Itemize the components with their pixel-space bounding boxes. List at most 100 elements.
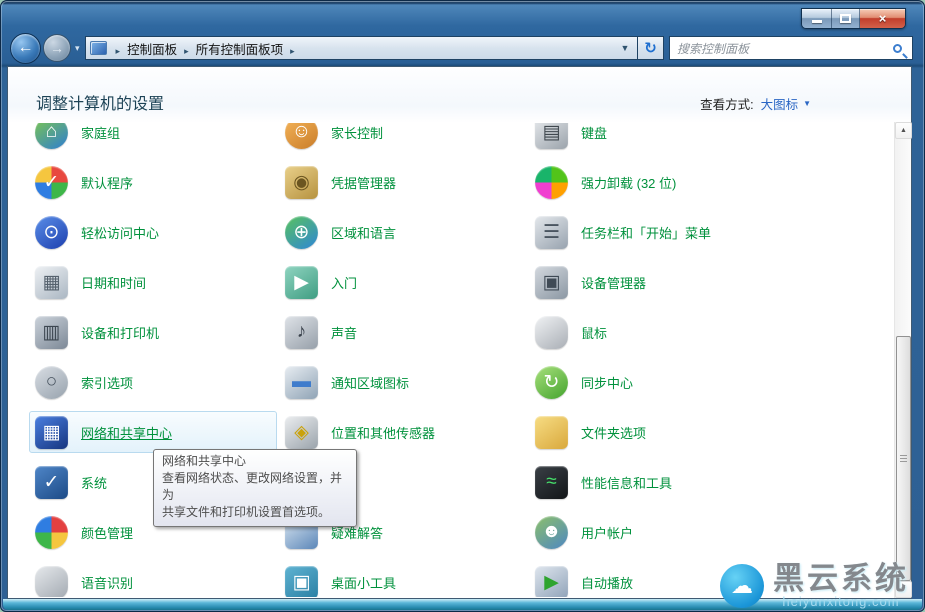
- cp-item-desktop-gadgets[interactable]: ▣桌面小工具: [279, 561, 527, 597]
- item-label: 文件夹选项: [581, 423, 646, 442]
- refresh-button[interactable]: ↻: [638, 36, 664, 60]
- cp-item-devices-and-printers[interactable]: ▥ 设备和打印机: [29, 311, 277, 353]
- maximize-button[interactable]: [832, 9, 860, 28]
- cp-item-homegroup[interactable]: ⌂ 家庭组: [29, 123, 277, 153]
- caption-button-group: ×: [801, 8, 906, 29]
- cp-item-location-and-sensors[interactable]: ◈ 位置和其他传感器: [279, 411, 527, 453]
- tooltip: 网络和共享中心 查看网络状态、更改网络设置，并为 共享文件和打印机设置首选项。: [153, 449, 357, 527]
- titlebar[interactable]: [0, 0, 925, 33]
- address-dropdown-button[interactable]: ▼: [615, 43, 635, 53]
- item-label: 家长控制: [331, 123, 383, 142]
- item-label: 声音: [331, 323, 357, 342]
- watermark-brand: 黑云系统: [773, 563, 909, 594]
- item-label: 区域和语言: [331, 223, 396, 242]
- cp-item-folder-options[interactable]: 文件夹选项: [529, 411, 777, 453]
- view-by-label: 查看方式:: [700, 94, 753, 113]
- view-by-selector[interactable]: 大图标 ▼: [761, 94, 811, 113]
- cp-item-performance-tools[interactable]: ≈ 性能信息和工具: [529, 461, 777, 503]
- cp-item-force-uninstall[interactable]: 强力卸载 (32 位): [529, 161, 777, 203]
- speech-recognition-icon: [35, 566, 68, 598]
- cp-item-getting-started[interactable]: ▶ 入门: [279, 261, 527, 303]
- maximize-icon: [840, 14, 851, 23]
- autoplay-icon: ▶: [535, 566, 568, 598]
- ease-of-access-icon: ⊙: [35, 216, 68, 249]
- cloud-logo-icon: ☁: [720, 564, 764, 608]
- back-icon: ←: [18, 39, 34, 57]
- mouse-icon: [535, 316, 568, 349]
- back-button[interactable]: ←: [10, 33, 41, 64]
- search-input[interactable]: 搜索控制面板: [669, 36, 913, 60]
- breadcrumb-separator-icon: ▸: [177, 46, 196, 56]
- search-icon: [893, 44, 902, 53]
- scrollbar-thumb[interactable]: [896, 336, 911, 581]
- forward-icon: →: [50, 40, 64, 56]
- cp-item-network-sharing-center[interactable]: ▦网络和共享中心: [29, 411, 277, 453]
- cp-item-ease-of-access[interactable]: ⊙轻松访问中心: [29, 211, 277, 253]
- forward-button[interactable]: →: [43, 34, 71, 62]
- item-label: 鼠标: [581, 323, 607, 342]
- sound-icon: ♪: [285, 316, 318, 349]
- user-accounts-icon: ☻: [535, 516, 568, 549]
- item-label: 同步中心: [581, 373, 633, 392]
- minimize-button[interactable]: [802, 9, 832, 28]
- item-label: 系统: [81, 473, 107, 492]
- cp-item-parental-controls[interactable]: ☺家长控制: [279, 123, 527, 153]
- cp-item-sync-center[interactable]: ↻ 同步中心: [529, 361, 777, 403]
- cp-item-notification-area-icons[interactable]: ▬通知区域图标: [279, 361, 527, 403]
- item-label: 自动播放: [581, 573, 633, 592]
- vertical-scrollbar[interactable]: ▲ ▼: [894, 122, 911, 598]
- date-and-time-icon: ▦: [35, 266, 68, 299]
- item-label: 默认程序: [81, 173, 133, 192]
- cp-item-default-programs[interactable]: ✓默认程序: [29, 161, 277, 203]
- homegroup-icon: ⌂: [35, 123, 68, 149]
- credential-manager-icon: ◉: [285, 166, 318, 199]
- item-label: 强力卸载 (32 位): [581, 173, 676, 192]
- performance-tools-icon: ≈: [535, 466, 568, 499]
- cp-item-keyboard[interactable]: ▤键盘: [529, 123, 777, 153]
- scroll-up-icon: ▲: [900, 127, 907, 134]
- cp-item-indexing-options[interactable]: ○索引选项: [29, 361, 277, 403]
- tooltip-line: 共享文件和打印机设置首选项。: [162, 504, 348, 521]
- item-label: 设备和打印机: [81, 323, 159, 342]
- cp-item-device-manager[interactable]: ▣设备管理器: [529, 261, 777, 303]
- cp-item-user-accounts[interactable]: ☻用户帐户: [529, 511, 777, 553]
- content-area: 调整计算机的设置 查看方式: 大图标 ▼ ⌂家庭组✓默认程序⊙轻松访问中心▦日期…: [7, 66, 912, 599]
- cp-item-sound[interactable]: ♪ 声音: [279, 311, 527, 353]
- close-icon: ×: [879, 11, 887, 26]
- item-label: 位置和其他传感器: [331, 423, 435, 442]
- devices-and-printers-icon: ▥: [35, 316, 68, 349]
- system-icon: ✓: [35, 466, 68, 499]
- region-and-language-icon: ⊕: [285, 216, 318, 249]
- cp-item-speech-recognition[interactable]: 语音识别: [29, 561, 277, 597]
- location-and-sensors-icon: ◈: [285, 416, 318, 449]
- close-button[interactable]: ×: [860, 9, 905, 28]
- cp-item-credential-manager[interactable]: ◉凭据管理器: [279, 161, 527, 203]
- view-by-control: 查看方式: 大图标 ▼: [700, 94, 811, 113]
- breadcrumb-item[interactable]: 所有控制面板项: [196, 43, 284, 57]
- sync-center-icon: ↻: [535, 366, 568, 399]
- device-manager-icon: ▣: [535, 266, 568, 299]
- item-label: 入门: [331, 273, 357, 292]
- cp-item-region-and-language[interactable]: ⊕ 区域和语言: [279, 211, 527, 253]
- navigation-bar: ← → ▾ ▸控制面板▸所有控制面板项▸ ▼ ↻ 搜索控制面板: [10, 33, 913, 63]
- breadcrumb[interactable]: ▸控制面板▸所有控制面板项▸ ▼: [85, 36, 638, 60]
- scroll-up-button[interactable]: ▲: [895, 122, 912, 139]
- cp-item-date-and-time[interactable]: ▦日期和时间: [29, 261, 277, 303]
- dropdown-icon: ▼: [621, 43, 630, 53]
- item-label: 任务栏和「开始」菜单: [581, 223, 711, 242]
- view-by-value: 大图标: [761, 94, 799, 113]
- recent-pages-button[interactable]: ▾: [75, 43, 80, 54]
- desktop-gadgets-icon: ▣: [285, 566, 318, 598]
- cloud-glyph: ☁: [731, 573, 753, 599]
- view-by-caret-icon: ▼: [803, 99, 811, 108]
- cp-item-mouse[interactable]: 鼠标: [529, 311, 777, 353]
- taskbar-start-menu-icon: ☰: [535, 216, 568, 249]
- breadcrumb-item[interactable]: 控制面板: [127, 43, 177, 57]
- color-management-icon: [35, 516, 68, 549]
- getting-started-icon: ▶: [285, 266, 318, 299]
- cp-item-taskbar-start-menu[interactable]: ☰ 任务栏和「开始」菜单: [529, 211, 777, 253]
- item-label: 性能信息和工具: [581, 473, 672, 492]
- item-label: 家庭组: [81, 123, 120, 142]
- watermark-text: 黑云系统 heiyunxitong.com: [773, 563, 909, 608]
- breadcrumb-separator-icon: ▸: [283, 46, 302, 56]
